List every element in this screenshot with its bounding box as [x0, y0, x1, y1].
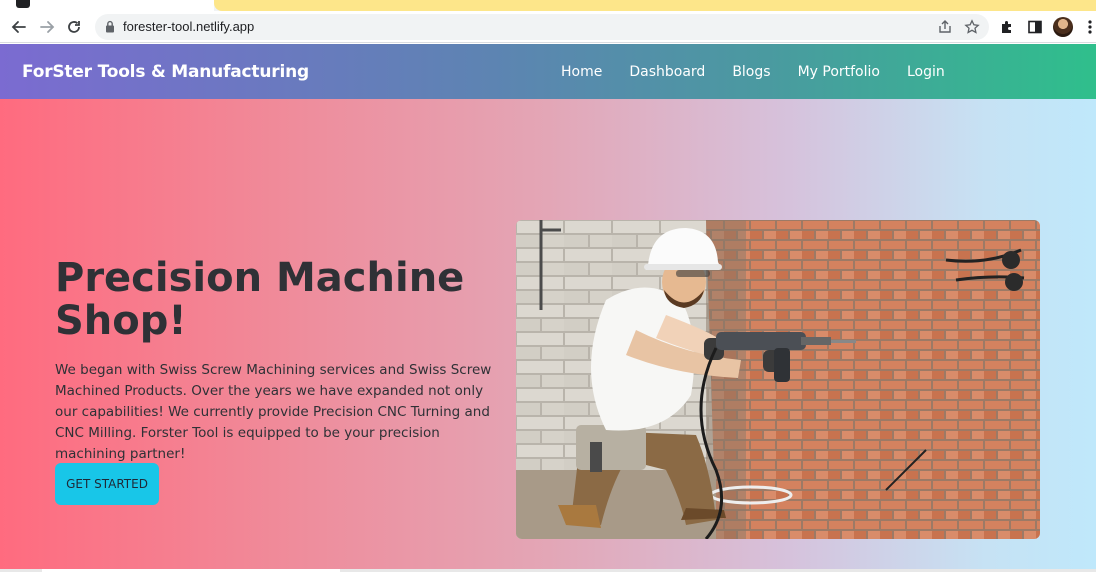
share-icon[interactable]	[937, 19, 953, 40]
address-bar[interactable]: forester-tool.netlify.app	[95, 14, 989, 40]
nav-link-home[interactable]: Home	[561, 64, 602, 80]
hero-title: Precision Machine Shop!	[55, 255, 465, 344]
nav-link-blogs[interactable]: Blogs	[732, 64, 770, 80]
side-panel-icon[interactable]	[1023, 15, 1047, 39]
tab-strip	[0, 0, 1096, 11]
hero-description: We began with Swiss Screw Machining serv…	[55, 362, 492, 462]
get-started-button[interactable]: GET STARTED	[55, 463, 159, 505]
nav-link-login[interactable]: Login	[907, 64, 945, 80]
nav-link-my-portfolio[interactable]: My Portfolio	[798, 64, 880, 80]
extensions-puzzle-icon[interactable]	[995, 15, 1019, 39]
menu-kebab-icon[interactable]	[1078, 15, 1096, 39]
brand-logo-text[interactable]: ForSter Tools & Manufacturing	[22, 62, 309, 82]
nav-link-dashboard[interactable]: Dashboard	[629, 64, 705, 80]
url-text[interactable]: forester-tool.netlify.app	[123, 19, 254, 34]
active-tab[interactable]	[0, 0, 214, 11]
lock-icon[interactable]	[105, 20, 115, 38]
browser-toolbar: forester-tool.netlify.app	[0, 11, 1096, 43]
hero-section: Precision Machine Shop! We began with Sw…	[0, 99, 1096, 572]
nav-links: Home Dashboard Blogs My Portfolio Login	[561, 64, 972, 80]
site-navbar: ForSter Tools & Manufacturing Home Dashb…	[0, 44, 1096, 99]
forward-arrow-icon[interactable]	[35, 15, 59, 39]
tab-strip-background	[214, 0, 1096, 11]
hero-image-worker-drilling-brick-wall	[516, 220, 1040, 539]
star-icon[interactable]	[964, 19, 980, 40]
back-arrow-icon[interactable]	[7, 15, 31, 39]
profile-avatar-icon[interactable]	[1051, 15, 1075, 39]
reload-icon[interactable]	[62, 15, 86, 39]
favicon-icon	[16, 0, 30, 8]
